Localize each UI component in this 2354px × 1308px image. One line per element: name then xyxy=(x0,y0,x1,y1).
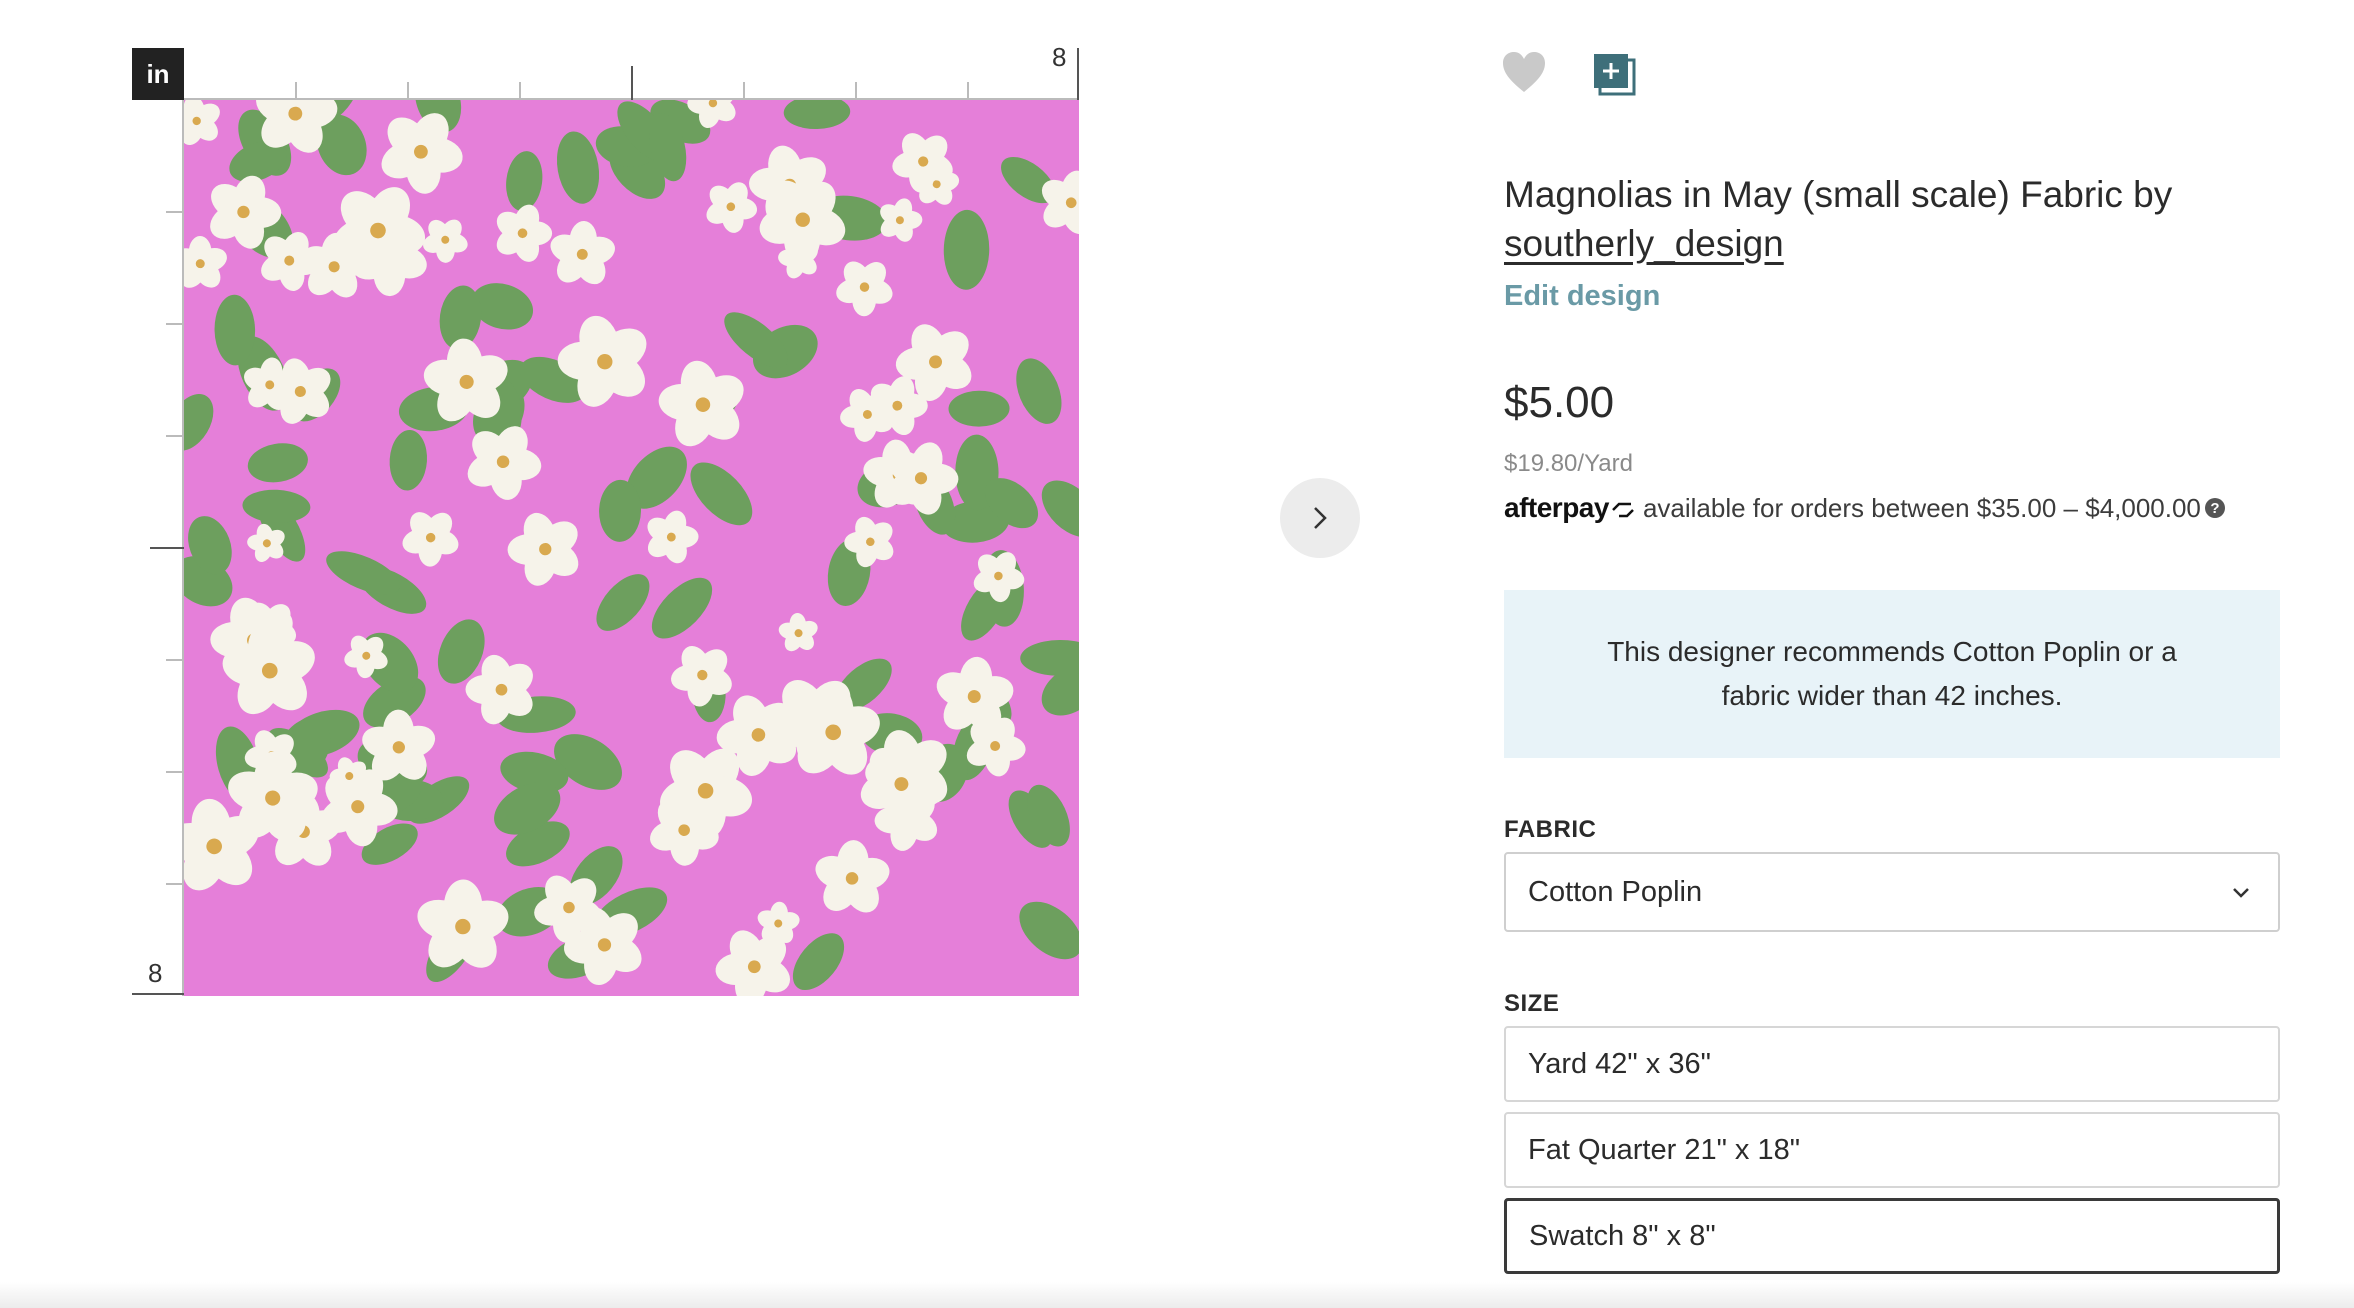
chevron-down-icon xyxy=(2233,888,2249,898)
ruler-left xyxy=(132,100,184,996)
afterpay-arrows-icon xyxy=(1612,502,1634,517)
size-option-fat-quarter[interactable]: Fat Quarter 21" x 18" xyxy=(1504,1112,2280,1188)
designer-link[interactable]: southerly_design xyxy=(1504,223,1784,264)
fabric-preview-image[interactable] xyxy=(184,100,1079,996)
size-option-label: Yard 42" x 36" xyxy=(1528,1047,1711,1080)
size-option-label: Fat Quarter 21" x 18" xyxy=(1528,1133,1801,1166)
afterpay-text: available for orders between $35.00 – $4… xyxy=(1642,492,2201,523)
size-option-label: Swatch 8" x 8" xyxy=(1529,1219,1716,1252)
size-label: SIZE xyxy=(1504,990,1560,1017)
chevron-right-icon xyxy=(1314,507,1327,529)
product-price: $5.00 xyxy=(1504,378,1615,427)
help-icon[interactable]: ? xyxy=(2204,498,2225,518)
afterpay-logo: afterpay xyxy=(1504,492,1637,524)
ruler-top-label: 8 xyxy=(1052,42,1067,72)
afterpay-info: afterpay available for orders between $3… xyxy=(1504,492,2225,524)
add-collection-icon xyxy=(1594,54,1636,96)
fabric-label: FABRIC xyxy=(1504,816,1597,843)
heart-icon xyxy=(1503,52,1545,92)
product-title-text: Magnolias in May (small scale) Fabric by xyxy=(1504,174,2173,215)
fabric-select[interactable]: Cotton Poplin xyxy=(1504,852,2280,932)
size-option-yard[interactable]: Yard 42" x 36" xyxy=(1504,1026,2280,1102)
fabric-select-value: Cotton Poplin xyxy=(1528,875,1703,908)
price-per-yard: $19.80/Yard xyxy=(1504,450,1633,477)
ruler-top xyxy=(184,48,1079,100)
magnolia-pattern xyxy=(184,100,1079,996)
size-option-swatch[interactable]: Swatch 8" x 8" xyxy=(1504,1198,2280,1274)
add-to-collection-button[interactable] xyxy=(1590,52,1638,98)
next-image-button[interactable] xyxy=(1280,478,1360,558)
page-bottom-fade xyxy=(0,1282,2354,1308)
favorite-button[interactable] xyxy=(1500,50,1548,96)
ruler-left-label: 8 xyxy=(148,958,163,988)
product-title: Magnolias in May (small scale) Fabric by… xyxy=(1504,170,2224,268)
recommendation-text: This designer recommends Cotton Poplin o… xyxy=(1607,636,2177,711)
designer-recommendation-banner: This designer recommends Cotton Poplin o… xyxy=(1504,590,2280,758)
unit-toggle-badge[interactable]: in xyxy=(132,48,184,100)
edit-design-link[interactable]: Edit design xyxy=(1504,280,1660,313)
